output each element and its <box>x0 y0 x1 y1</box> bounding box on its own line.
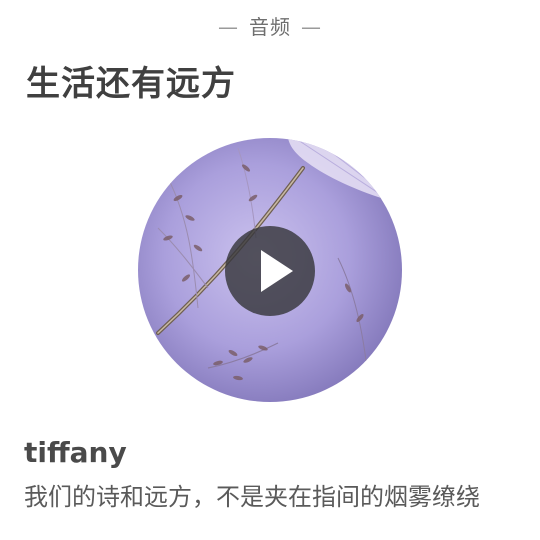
left-dash: — <box>218 15 239 39</box>
audio-title: 生活还有远方 <box>26 64 236 104</box>
right-dash: — <box>301 15 322 39</box>
audio-description: 我们的诗和远方，不是夹在指间的烟雾缭绕 <box>24 483 480 511</box>
play-icon <box>261 250 293 292</box>
section-label: — 音频 — <box>0 12 540 42</box>
play-button[interactable] <box>225 226 315 316</box>
section-label-text: 音频 <box>249 15 291 39</box>
author-name: tiffany <box>24 436 127 469</box>
